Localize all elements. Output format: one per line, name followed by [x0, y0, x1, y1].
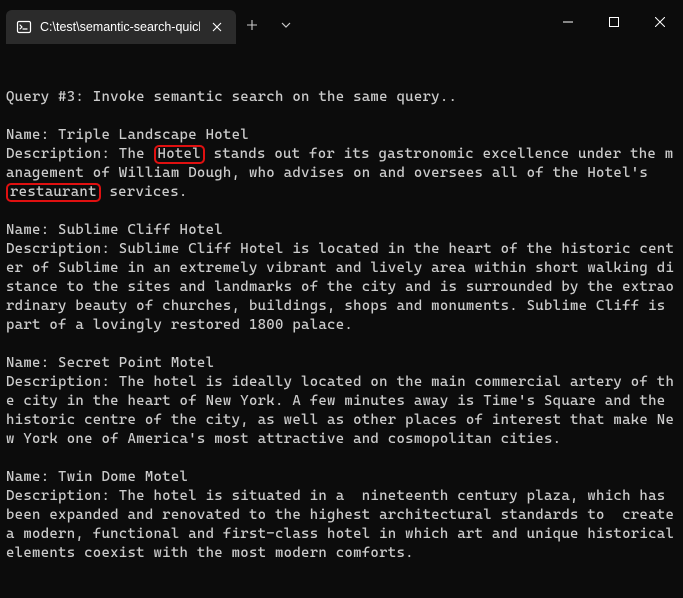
title-bar: C:\test\semantic-search-quick: [0, 0, 683, 44]
tab-close-button[interactable]: [208, 18, 226, 36]
tab-dropdown-button[interactable]: [270, 9, 302, 41]
terminal-output: Query #3: Invoke semantic search on the …: [0, 44, 683, 563]
output-text: services. Name: Sublime Cliff Hotel Desc…: [6, 184, 683, 561]
tab-title: C:\test\semantic-search-quick: [40, 20, 200, 34]
new-tab-button[interactable]: [236, 9, 268, 41]
tab-actions: [236, 0, 302, 44]
close-window-button[interactable]: [637, 0, 683, 44]
tab-active[interactable]: C:\test\semantic-search-quick: [6, 10, 236, 44]
highlight-hotel: Hotel: [154, 145, 205, 164]
tab-strip: C:\test\semantic-search-quick: [0, 0, 236, 44]
minimize-button[interactable]: [545, 0, 591, 44]
highlight-restaurant: restaurant: [6, 183, 101, 202]
terminal-icon: [16, 19, 32, 35]
maximize-button[interactable]: [591, 0, 637, 44]
window-controls: [545, 0, 683, 44]
